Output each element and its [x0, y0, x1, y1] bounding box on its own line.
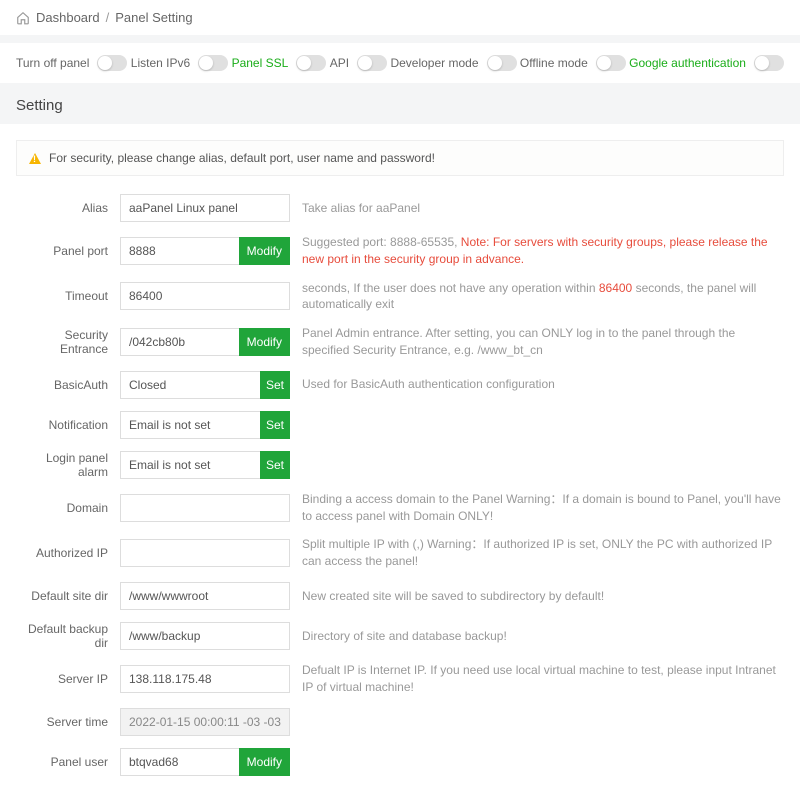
gauth-toggle[interactable] [754, 55, 784, 71]
ipv6-toggle[interactable] [198, 55, 228, 71]
row-notification: Notification Set [16, 411, 784, 439]
domain-input[interactable] [120, 494, 290, 522]
notification-set-button[interactable]: Set [260, 411, 290, 439]
entrance-help: Panel Admin entrance. After setting, you… [302, 325, 784, 359]
toggle-label: Developer mode [390, 56, 478, 70]
toggle-api: API [330, 55, 387, 71]
toggle-ssl: Panel SSL [232, 55, 327, 71]
row-authip: Authorized IP Split multiple IP with (,)… [16, 536, 784, 570]
paneluser-modify-button[interactable]: Modify [239, 748, 290, 776]
breadcrumb-page: Panel Setting [115, 10, 192, 25]
port-label: Panel port [16, 244, 108, 258]
row-backupdir: Default backup dir Directory of site and… [16, 622, 784, 650]
toggle-gauth: Google authentication [629, 55, 784, 71]
toggle-label: Offline mode [520, 56, 588, 70]
sitedir-input[interactable] [120, 582, 290, 610]
row-entrance: Security Entrance Modify Panel Admin ent… [16, 325, 784, 359]
port-input[interactable] [120, 237, 240, 265]
authip-input[interactable] [120, 539, 290, 567]
row-sitedir: Default site dir New created site will b… [16, 582, 784, 610]
servertime-input [120, 708, 290, 736]
settings-panel: For security, please change alias, defau… [0, 124, 800, 804]
domain-label: Domain [16, 501, 108, 515]
entrance-input[interactable] [120, 328, 240, 356]
serverip-label: Server IP [16, 672, 108, 686]
toggle-turnoff: Turn off panel [16, 55, 127, 71]
backupdir-label: Default backup dir [16, 622, 108, 650]
backupdir-input[interactable] [120, 622, 290, 650]
alias-help: Take alias for aaPanel [302, 200, 784, 217]
row-alias: Alias Take alias for aaPanel [16, 194, 784, 222]
row-paneluser: Panel user Modify [16, 748, 784, 776]
row-servertime: Server time [16, 708, 784, 736]
entrance-label: Security Entrance [16, 328, 108, 356]
dev-toggle[interactable] [487, 55, 517, 71]
loginalarm-set-button[interactable]: Set [260, 451, 290, 479]
toggle-label: API [330, 56, 349, 70]
entrance-modify-button[interactable]: Modify [239, 328, 290, 356]
notification-label: Notification [16, 418, 108, 432]
toggle-label: Google authentication [629, 56, 746, 70]
sitedir-label: Default site dir [16, 589, 108, 603]
sitedir-help: New created site will be saved to subdir… [302, 588, 784, 605]
timeout-label: Timeout [16, 289, 108, 303]
api-toggle[interactable] [357, 55, 387, 71]
toggle-label: Panel SSL [232, 56, 289, 70]
row-loginalarm: Login panel alarm Set [16, 451, 784, 479]
breadcrumb-root[interactable]: Dashboard [36, 10, 100, 25]
serverip-help: Defualt IP is Internet IP. If you need u… [302, 662, 784, 696]
turnoff-toggle[interactable] [97, 55, 127, 71]
domain-help: Binding a access domain to the Panel War… [302, 491, 784, 525]
paneluser-label: Panel user [16, 755, 108, 769]
section-title: Setting [0, 97, 800, 124]
toggle-label: Listen IPv6 [131, 56, 190, 70]
home-icon [16, 11, 30, 25]
basicauth-help: Used for BasicAuth authentication config… [302, 376, 784, 393]
paneluser-input[interactable] [120, 748, 240, 776]
basicauth-set-button[interactable]: Set [260, 371, 290, 399]
timeout-help: seconds, If the user does not have any o… [302, 280, 784, 314]
servertime-label: Server time [16, 715, 108, 729]
warning-icon [29, 153, 41, 164]
breadcrumb: Dashboard / Panel Setting [0, 0, 800, 35]
port-help: Suggested port: 8888-65535, Note: For se… [302, 234, 784, 268]
offline-toggle[interactable] [596, 55, 626, 71]
row-basicauth: BasicAuth Set Used for BasicAuth authent… [16, 371, 784, 399]
row-timeout: Timeout seconds, If the user does not ha… [16, 280, 784, 314]
authip-help: Split multiple IP with (,) Warning：If au… [302, 536, 784, 570]
basicauth-input[interactable] [120, 371, 261, 399]
loginalarm-label: Login panel alarm [16, 451, 108, 479]
toggle-dev: Developer mode [390, 55, 516, 71]
alert-text: For security, please change alias, defau… [49, 151, 435, 165]
authip-label: Authorized IP [16, 546, 108, 560]
notification-input[interactable] [120, 411, 261, 439]
timeout-input[interactable] [120, 282, 290, 310]
row-port: Panel port Modify Suggested port: 8888-6… [16, 234, 784, 268]
security-alert: For security, please change alias, defau… [16, 140, 784, 176]
ssl-toggle[interactable] [296, 55, 326, 71]
breadcrumb-sep: / [106, 10, 110, 25]
port-modify-button[interactable]: Modify [239, 237, 290, 265]
alias-label: Alias [16, 201, 108, 215]
toggle-bar: Turn off panel Listen IPv6 Panel SSL API… [0, 43, 800, 83]
basicauth-label: BasicAuth [16, 378, 108, 392]
row-domain: Domain Binding a access domain to the Pa… [16, 491, 784, 525]
backupdir-help: Directory of site and database backup! [302, 628, 784, 645]
serverip-input[interactable] [120, 665, 290, 693]
toggle-ipv6: Listen IPv6 [131, 55, 228, 71]
toggle-label: Turn off panel [16, 56, 89, 70]
toggle-offline: Offline mode [520, 55, 626, 71]
loginalarm-input[interactable] [120, 451, 261, 479]
alias-input[interactable] [120, 194, 290, 222]
row-serverip: Server IP Defualt IP is Internet IP. If … [16, 662, 784, 696]
